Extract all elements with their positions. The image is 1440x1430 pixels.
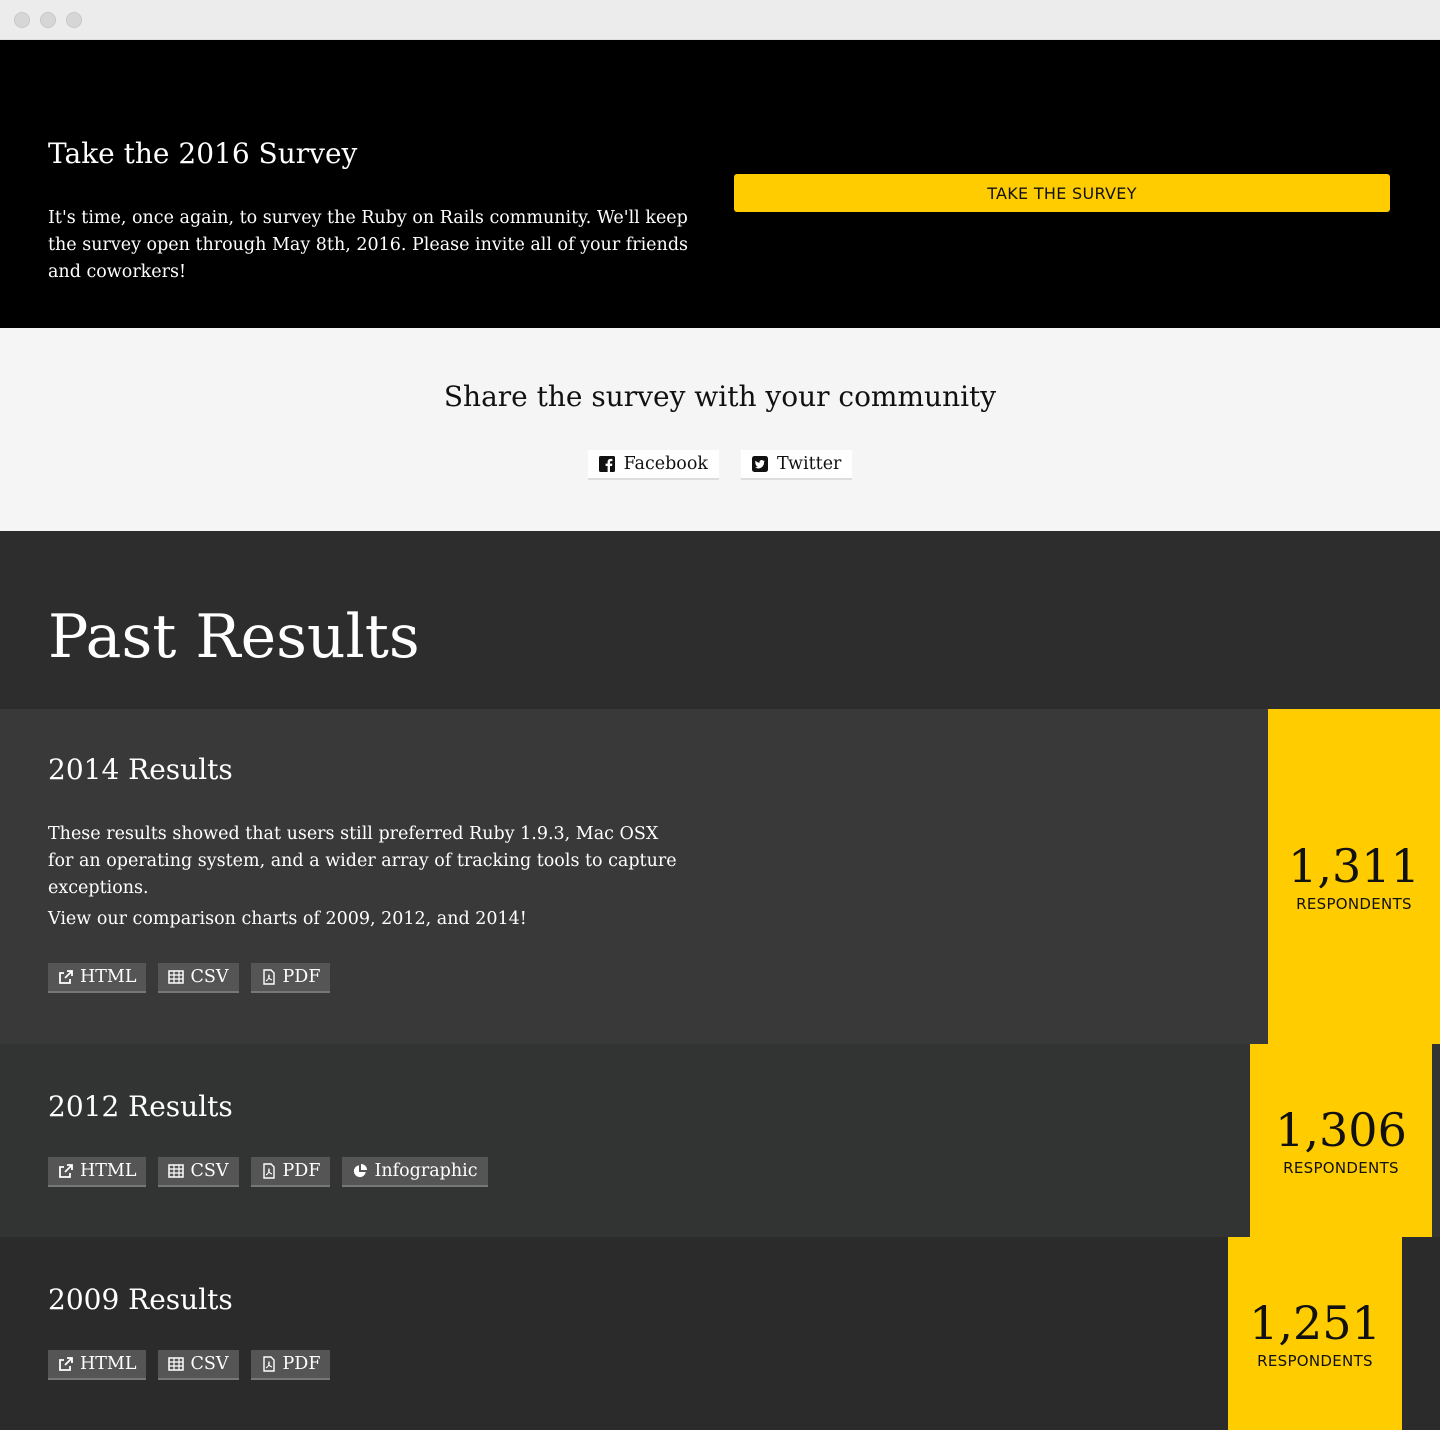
- pdf-button[interactable]: PDF: [250, 1157, 331, 1187]
- facebook-icon: [598, 456, 615, 472]
- pdf-button[interactable]: PDF: [250, 963, 331, 993]
- pdf-label: PDF: [282, 1161, 321, 1181]
- results-title: 2009 Results: [48, 1283, 233, 1316]
- csv-button[interactable]: CSV: [158, 1157, 239, 1187]
- respondents-count-box: 1,251 RESPONDENTS: [1228, 1237, 1402, 1430]
- pdf-file-icon: [262, 969, 275, 985]
- html-label: HTML: [80, 1161, 137, 1181]
- infographic-button[interactable]: Infographic: [342, 1157, 488, 1187]
- external-link-icon: [59, 1357, 73, 1371]
- download-buttons: HTML CSV PDF: [48, 1350, 331, 1380]
- results-description: These results showed that users still pr…: [48, 824, 677, 898]
- hero-title: Take the 2016 Survey: [48, 137, 358, 170]
- html-button[interactable]: HTML: [48, 1157, 147, 1187]
- share-buttons: Facebook Twitter: [0, 450, 1440, 480]
- external-link-icon: [59, 970, 73, 984]
- twitter-label: Twitter: [777, 454, 842, 474]
- csv-label: CSV: [190, 1354, 229, 1374]
- take-survey-section: Take the 2016 Survey It's time, once aga…: [0, 40, 1440, 328]
- take-survey-button[interactable]: TAKE THE SURVEY: [734, 174, 1390, 212]
- pdf-file-icon: [262, 1356, 275, 1372]
- past-results-title: Past Results: [48, 602, 420, 672]
- pdf-file-icon: [262, 1163, 275, 1179]
- minimize-window-dot[interactable]: [40, 12, 56, 28]
- respondents-number: 1,251: [1249, 1295, 1381, 1350]
- results-2014: 2014 Results These results showed that u…: [0, 709, 1440, 1044]
- twitter-share-button[interactable]: Twitter: [741, 450, 853, 480]
- download-buttons: HTML CSV PDF: [48, 963, 331, 993]
- pdf-label: PDF: [282, 967, 321, 987]
- close-window-dot[interactable]: [14, 12, 30, 28]
- infographic-label: Infographic: [374, 1161, 478, 1181]
- table-icon: [168, 970, 185, 984]
- facebook-label: Facebook: [623, 454, 708, 474]
- share-title: Share the survey with your community: [443, 380, 997, 413]
- facebook-share-button[interactable]: Facebook: [587, 450, 719, 480]
- csv-button[interactable]: CSV: [158, 1350, 239, 1380]
- table-icon: [168, 1164, 185, 1178]
- csv-label: CSV: [190, 1161, 229, 1181]
- comparison-charts-text: View our comparison charts of 2009, 2012…: [48, 909, 527, 929]
- results-2012: 2012 Results HTML CSV PDF Infographic 1,…: [0, 1044, 1440, 1237]
- csv-label: CSV: [190, 967, 229, 987]
- respondents-number: 1,306: [1275, 1102, 1407, 1157]
- hero-body: It's time, once again, to survey the Rub…: [48, 208, 688, 282]
- share-section: Share the survey with your community Fac…: [0, 328, 1440, 531]
- html-label: HTML: [80, 967, 137, 987]
- respondents-label: RESPONDENTS: [1296, 894, 1412, 913]
- table-icon: [168, 1357, 185, 1371]
- respondents-label: RESPONDENTS: [1283, 1158, 1399, 1177]
- html-button[interactable]: HTML: [48, 1350, 147, 1380]
- html-label: HTML: [80, 1354, 137, 1374]
- download-buttons: HTML CSV PDF Infographic: [48, 1157, 488, 1187]
- respondents-label: RESPONDENTS: [1257, 1351, 1373, 1370]
- past-results-header: Past Results: [0, 531, 1440, 709]
- results-title: 2012 Results: [48, 1090, 233, 1123]
- results-title: 2014 Results: [48, 753, 233, 786]
- window-chrome: [0, 0, 1440, 40]
- results-2009: 2009 Results HTML CSV PDF 1,251 RESPONDE…: [0, 1237, 1440, 1430]
- html-button[interactable]: HTML: [48, 963, 147, 993]
- respondents-count-box: 1,306 RESPONDENTS: [1250, 1044, 1432, 1237]
- maximize-window-dot[interactable]: [66, 12, 82, 28]
- external-link-icon: [59, 1164, 73, 1178]
- pie-chart-icon: [354, 1164, 368, 1178]
- respondents-number: 1,311: [1288, 838, 1420, 893]
- pdf-button[interactable]: PDF: [250, 1350, 331, 1380]
- respondents-count-box: 1,311 RESPONDENTS: [1268, 709, 1440, 1044]
- twitter-icon: [752, 456, 768, 472]
- csv-button[interactable]: CSV: [158, 963, 239, 993]
- pdf-label: PDF: [282, 1354, 321, 1374]
